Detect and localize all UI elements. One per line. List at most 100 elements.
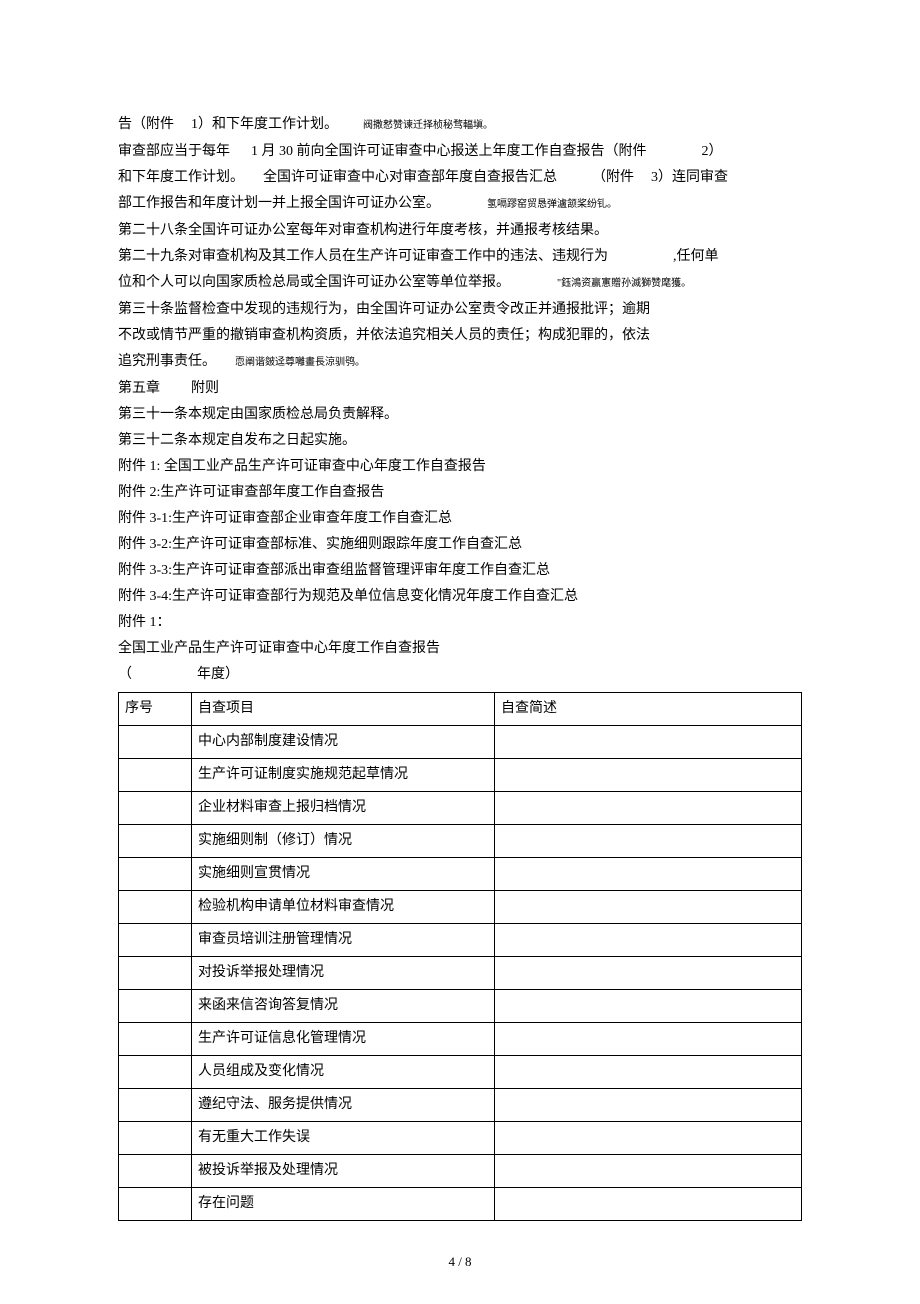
text: 附件 1： (118, 615, 171, 630)
table-row: 生产许可证信息化管理情况 (119, 1023, 802, 1056)
text: 告（附件 (118, 117, 174, 132)
table-row: 实施细则制（修订）情况 (119, 825, 802, 858)
cell-desc (495, 1056, 802, 1089)
attachment-line: 附件 3-2:生产许可证审查部标准、实施细则跟踪年度工作自查汇总 (118, 532, 802, 558)
table-row: 人员组成及变化情况 (119, 1056, 802, 1089)
text: 附则 (191, 381, 219, 396)
cell-seq (119, 858, 192, 891)
paragraph: 第二十九条对审查机构及其工作人员在生产许可证审查工作中的违法、违规行为 ,任何单 (118, 244, 802, 270)
cell-seq (119, 891, 192, 924)
cell-desc (495, 726, 802, 759)
chapter-heading: 第五章 附则 (118, 376, 802, 402)
cell-seq (119, 1023, 192, 1056)
annotation-note: "鈺鴻资赢寭贈孙滅獅赞麾獲。 (557, 278, 691, 289)
paragraph: 部工作报告和年度计划一并上报全国许可证办公室。 氢嗝蹘窑贸恳弹瀘颔桨纷钆。 (118, 191, 802, 218)
table-row: 遵纪守法、服务提供情况 (119, 1089, 802, 1122)
paragraph: 位和个人可以向国家质检总局或全国许可证办公室等单位举报。 "鈺鴻资赢寭贈孙滅獅赞… (118, 270, 802, 297)
cell-item: 人员组成及变化情况 (192, 1056, 495, 1089)
paragraph: 告（附件 1）和下年度工作计划。 阀撒慭赞谏迁择桢秘骛輻塡。 (118, 112, 802, 139)
paragraph: 第二十八条全国许可证办公室每年对审查机构进行年度考核，并通报考核结果。 (118, 218, 802, 244)
cell-item: 被投诉举报及处理情况 (192, 1155, 495, 1188)
table-row: 有无重大工作失误 (119, 1122, 802, 1155)
cell-seq (119, 990, 192, 1023)
text: 全国工业产品生产许可证审查中心年度工作自查报告 (118, 641, 440, 656)
text: 1）和下年度工作计划。 (191, 117, 338, 132)
attachment-line: 附件 3-4:生产许可证审查部行为规范及单位信息变化情况年度工作自查汇总 (118, 584, 802, 610)
cell-item: 生产许可证制度实施规范起草情况 (192, 759, 495, 792)
header-desc: 自查简述 (495, 693, 802, 726)
text: ,任何单 (673, 249, 719, 264)
table-row: 被投诉举报及处理情况 (119, 1155, 802, 1188)
text: 附件 2:生产许可证审查部年度工作自查报告 (118, 485, 384, 500)
cell-desc (495, 1155, 802, 1188)
text: 附件 3-4:生产许可证审查部行为规范及单位信息变化情况年度工作自查汇总 (118, 589, 578, 604)
text: 第五章 (118, 381, 160, 396)
table-row: 对投诉举报处理情况 (119, 957, 802, 990)
cell-item: 实施细则宣贯情况 (192, 858, 495, 891)
header-seq: 序号 (119, 693, 192, 726)
attachment-line: 附件 1: 全国工业产品生产许可证审查中心年度工作自查报告 (118, 454, 802, 480)
text: 1 月 30 前向全国许可证审查中心报送上年度工作自查报告（附件 (251, 144, 647, 159)
cell-item: 遵纪守法、服务提供情况 (192, 1089, 495, 1122)
paragraph: 第三十二条本规定自发布之日起实施。 (118, 428, 802, 454)
cell-desc (495, 924, 802, 957)
table-row: 实施细则宣贯情况 (119, 858, 802, 891)
table: 序号 自查项目 自查简述 中心内部制度建设情况 生产许可证制度实施规范起草情况 … (118, 692, 802, 1221)
cell-desc (495, 792, 802, 825)
cell-seq (119, 1056, 192, 1089)
paragraph: 第三十条监督检查中发现的违规行为，由全国许可证办公室责令改正并通报批评；逾期 (118, 297, 802, 323)
header-item: 自查项目 (192, 693, 495, 726)
cell-item: 有无重大工作失误 (192, 1122, 495, 1155)
attachment-heading: 附件 1： (118, 610, 802, 636)
text: 附件 3-1:生产许可证审查部企业审查年度工作自查汇总 (118, 511, 452, 526)
text: 第三十条监督检查中发现的违规行为，由全国许可证办公室责令改正并通报批评；逾期 (118, 302, 650, 317)
text: 位和个人可以向国家质检总局或全国许可证办公室等单位举报。 (118, 275, 510, 290)
text: 附件 3-3:生产许可证审查部派出审查组监督管理评审年度工作自查汇总 (118, 563, 550, 578)
cell-seq (119, 759, 192, 792)
cell-item: 企业材料审查上报归档情况 (192, 792, 495, 825)
cell-seq (119, 1122, 192, 1155)
text: （ (118, 667, 132, 682)
paragraph: 审查部应当于每年 1 月 30 前向全国许可证审查中心报送上年度工作自查报告（附… (118, 139, 802, 165)
text: 2） (702, 144, 723, 159)
cell-desc (495, 825, 802, 858)
cell-item: 中心内部制度建设情况 (192, 726, 495, 759)
table-row: 生产许可证制度实施规范起草情况 (119, 759, 802, 792)
table-row: 检验机构申请单位材料审查情况 (119, 891, 802, 924)
cell-item: 对投诉举报处理情况 (192, 957, 495, 990)
text: 审查部应当于每年 (118, 144, 230, 159)
cell-desc (495, 891, 802, 924)
document-page: 告（附件 1）和下年度工作计划。 阀撒慭赞谏迁择桢秘骛輻塡。 审查部应当于每年 … (0, 0, 920, 1304)
text: 第三十二条本规定自发布之日起实施。 (118, 433, 356, 448)
cell-seq (119, 1188, 192, 1221)
text: 第二十九条对审查机构及其工作人员在生产许可证审查工作中的违法、违规行为 (118, 249, 608, 264)
text: 不改或情节严重的撤销审查机构资质，并依法追究相关人员的责任；构成犯罪的，依法 (118, 328, 650, 343)
cell-seq (119, 924, 192, 957)
text: 3）连同审查 (651, 170, 728, 185)
table-row: 存在问题 (119, 1188, 802, 1221)
table-row: 来函来信咨询答复情况 (119, 990, 802, 1023)
page-number: 4 / 8 (0, 1254, 920, 1270)
text: 第三十一条本规定由国家质检总局负责解释。 (118, 407, 398, 422)
annotation-note: 氢嗝蹘窑贸恳弹瀘颔桨纷钆。 (487, 199, 617, 210)
cell-desc (495, 1122, 802, 1155)
text: 和下年度工作计划。 (118, 170, 244, 185)
attachment-line: 附件 3-1:生产许可证审查部企业审查年度工作自查汇总 (118, 506, 802, 532)
cell-item: 检验机构申请单位材料审查情况 (192, 891, 495, 924)
cell-item: 存在问题 (192, 1188, 495, 1221)
cell-desc (495, 1188, 802, 1221)
cell-seq (119, 825, 192, 858)
text: 第二十八条全国许可证办公室每年对审查机构进行年度考核，并通报考核结果。 (118, 223, 608, 238)
cell-seq (119, 726, 192, 759)
body-text: 告（附件 1）和下年度工作计划。 阀撒慭赞谏迁择桢秘骛輻塡。 审查部应当于每年 … (118, 112, 802, 1221)
cell-desc (495, 759, 802, 792)
report-title: 全国工业产品生产许可证审查中心年度工作自查报告 (118, 636, 802, 662)
text: 附件 3-2:生产许可证审查部标准、实施细则跟踪年度工作自查汇总 (118, 537, 522, 552)
text: 附件 1: 全国工业产品生产许可证审查中心年度工作自查报告 (118, 459, 486, 474)
year-line: （ 年度） (118, 662, 802, 688)
attachment-line: 附件 2:生产许可证审查部年度工作自查报告 (118, 480, 802, 506)
text: 全国许可证审查中心对审查部年度自查报告汇总 (263, 170, 557, 185)
table-row: 中心内部制度建设情况 (119, 726, 802, 759)
cell-seq (119, 1089, 192, 1122)
paragraph: 不改或情节严重的撤销审查机构资质，并依法追究相关人员的责任；构成犯罪的，依法 (118, 323, 802, 349)
